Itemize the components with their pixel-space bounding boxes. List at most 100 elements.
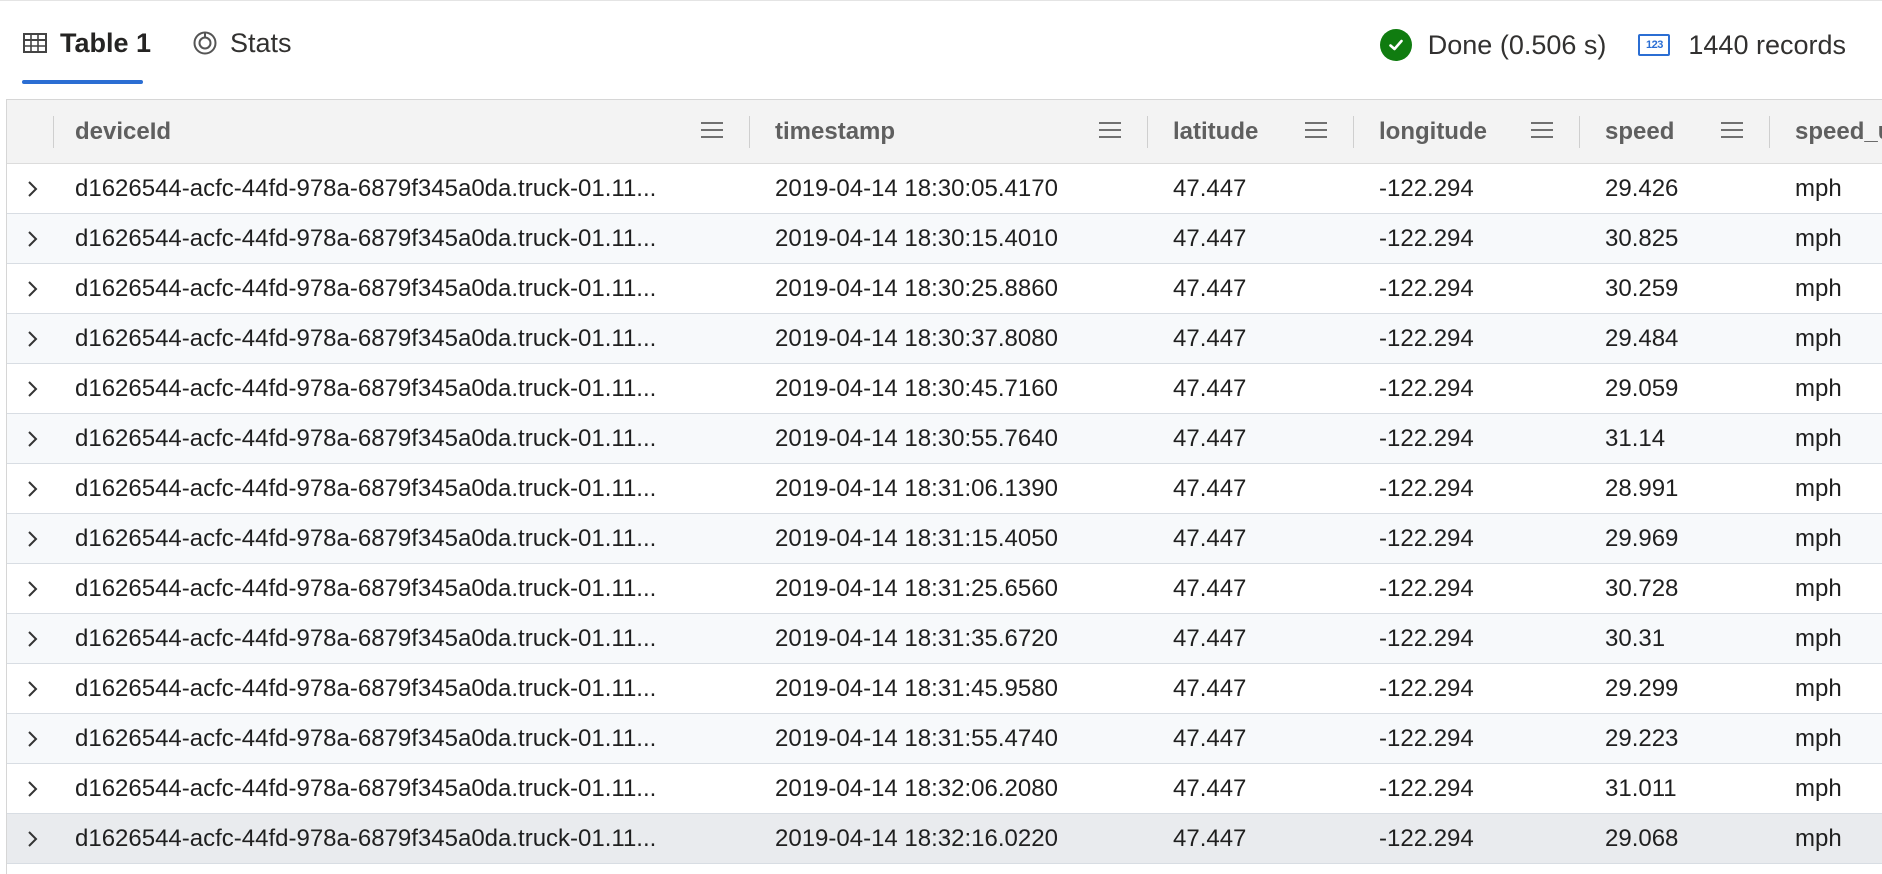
cell-latitude: 47.447	[1173, 274, 1247, 302]
cell-speed: 29.299	[1605, 674, 1679, 702]
column-separator[interactable]	[749, 116, 750, 148]
cell-timestamp: 2019-04-14 18:32:06.2080	[775, 774, 1058, 802]
results-grid: deviceId timestamp latitude longitude sp…	[6, 99, 1882, 874]
cell-timestamp: 2019-04-14 18:31:15.4050	[775, 524, 1058, 552]
table-row[interactable]: d1626544-acfc-44fd-978a-6879f345a0da.tru…	[7, 164, 1882, 214]
cell-speed-unit: mph	[1795, 224, 1842, 252]
column-separator[interactable]	[1147, 116, 1148, 148]
expand-row-chevron-icon[interactable]	[21, 478, 43, 500]
table-row[interactable]: d1626544-acfc-44fd-978a-6879f345a0da.tru…	[7, 414, 1882, 464]
table-row[interactable]: d1626544-acfc-44fd-978a-6879f345a0da.tru…	[7, 264, 1882, 314]
cell-speed: 29.068	[1605, 824, 1679, 852]
cell-longitude: -122.294	[1379, 824, 1474, 852]
table-row[interactable]: d1626544-acfc-44fd-978a-6879f345a0da.tru…	[7, 664, 1882, 714]
tab-table-label: Table 1	[60, 27, 152, 58]
tab-stats[interactable]: Stats	[192, 23, 292, 63]
column-menu-icon[interactable]	[1531, 122, 1553, 140]
cell-latitude: 47.447	[1173, 424, 1247, 452]
column-separator[interactable]	[1769, 116, 1770, 148]
cell-latitude: 47.447	[1173, 724, 1247, 752]
column-header-timestamp[interactable]: timestamp	[775, 100, 895, 164]
cell-deviceid: d1626544-acfc-44fd-978a-6879f345a0da.tru…	[75, 374, 657, 402]
column-menu-icon[interactable]	[1721, 122, 1743, 140]
cell-longitude: -122.294	[1379, 324, 1474, 352]
table-row[interactable]: d1626544-acfc-44fd-978a-6879f345a0da.tru…	[7, 314, 1882, 364]
cell-deviceid: d1626544-acfc-44fd-978a-6879f345a0da.tru…	[75, 524, 657, 552]
expand-row-chevron-icon[interactable]	[21, 378, 43, 400]
table-row[interactable]: d1626544-acfc-44fd-978a-6879f345a0da.tru…	[7, 464, 1882, 514]
cell-deviceid: d1626544-acfc-44fd-978a-6879f345a0da.tru…	[75, 174, 657, 202]
expand-row-chevron-icon[interactable]	[21, 828, 43, 850]
column-menu-icon[interactable]	[1099, 122, 1121, 140]
grid-header: deviceId timestamp latitude longitude sp…	[7, 100, 1882, 164]
cell-speed-unit: mph	[1795, 624, 1842, 652]
expand-row-chevron-icon[interactable]	[21, 778, 43, 800]
cell-timestamp: 2019-04-14 18:31:45.9580	[775, 674, 1058, 702]
column-header-label: deviceId	[75, 118, 172, 145]
cell-speed: 30.825	[1605, 224, 1679, 252]
cell-speed-unit: mph	[1795, 574, 1842, 602]
table-row[interactable]: d1626544-acfc-44fd-978a-6879f345a0da.tru…	[7, 514, 1882, 564]
cell-longitude: -122.294	[1379, 624, 1474, 652]
cell-speed: 30.259	[1605, 274, 1679, 302]
cell-speed-unit: mph	[1795, 774, 1842, 802]
column-header-deviceid[interactable]: deviceId	[75, 100, 171, 164]
table-icon	[22, 30, 48, 56]
table-row[interactable]: d1626544-acfc-44fd-978a-6879f345a0da.tru…	[7, 564, 1882, 614]
cell-deviceid: d1626544-acfc-44fd-978a-6879f345a0da.tru…	[75, 724, 657, 752]
expand-row-chevron-icon[interactable]	[21, 328, 43, 350]
cell-speed: 31.011	[1605, 774, 1677, 802]
cell-timestamp: 2019-04-14 18:31:25.6560	[775, 574, 1058, 602]
table-row[interactable]: d1626544-acfc-44fd-978a-6879f345a0da.tru…	[7, 614, 1882, 664]
expand-row-chevron-icon[interactable]	[21, 228, 43, 250]
expand-row-chevron-icon[interactable]	[21, 678, 43, 700]
cell-latitude: 47.447	[1173, 674, 1247, 702]
table-row[interactable]: d1626544-acfc-44fd-978a-6879f345a0da.tru…	[7, 214, 1882, 264]
column-header-longitude[interactable]: longitude	[1379, 100, 1487, 164]
cell-deviceid: d1626544-acfc-44fd-978a-6879f345a0da.tru…	[75, 474, 657, 502]
column-separator[interactable]	[1353, 116, 1354, 148]
expand-row-chevron-icon[interactable]	[21, 728, 43, 750]
expand-row-chevron-icon[interactable]	[21, 528, 43, 550]
column-menu-icon[interactable]	[701, 122, 723, 140]
table-row[interactable]: d1626544-acfc-44fd-978a-6879f345a0da.tru…	[7, 764, 1882, 814]
column-menu-icon[interactable]	[1305, 122, 1327, 140]
cell-timestamp: 2019-04-14 18:31:55.4740	[775, 724, 1058, 752]
tab-table-1[interactable]: Table 1	[22, 23, 151, 63]
column-header-label: longitude	[1379, 118, 1487, 145]
column-header-latitude[interactable]: latitude	[1173, 100, 1258, 164]
cell-latitude: 47.447	[1173, 324, 1247, 352]
expand-row-chevron-icon[interactable]	[21, 628, 43, 650]
expand-row-chevron-icon[interactable]	[21, 578, 43, 600]
cell-longitude: -122.294	[1379, 524, 1474, 552]
cell-deviceid: d1626544-acfc-44fd-978a-6879f345a0da.tru…	[75, 424, 657, 452]
cell-deviceid: d1626544-acfc-44fd-978a-6879f345a0da.tru…	[75, 224, 657, 252]
cell-timestamp: 2019-04-14 18:30:55.7640	[775, 424, 1058, 452]
cell-longitude: -122.294	[1379, 574, 1474, 602]
cell-deviceid: d1626544-acfc-44fd-978a-6879f345a0da.tru…	[75, 624, 657, 652]
cell-timestamp: 2019-04-14 18:30:15.4010	[775, 224, 1058, 252]
table-row[interactable]: d1626544-acfc-44fd-978a-6879f345a0da.tru…	[7, 814, 1882, 864]
column-separator[interactable]	[1579, 116, 1580, 148]
table-row[interactable]: d1626544-acfc-44fd-978a-6879f345a0da.tru…	[7, 364, 1882, 414]
column-header-speed-unit[interactable]: speed_u	[1795, 100, 1882, 164]
cell-latitude: 47.447	[1173, 824, 1247, 852]
cell-speed: 30.31	[1605, 624, 1666, 652]
column-header-label: speed	[1605, 118, 1675, 145]
expand-row-chevron-icon[interactable]	[21, 178, 43, 200]
records-count-text: 1440 records	[1688, 29, 1846, 60]
column-header-speed[interactable]: speed	[1605, 100, 1674, 164]
cell-deviceid: d1626544-acfc-44fd-978a-6879f345a0da.tru…	[75, 774, 657, 802]
query-status: Done (0.506 s) 123 1440 records	[1379, 25, 1846, 65]
cell-longitude: -122.294	[1379, 424, 1474, 452]
column-header-label: latitude	[1173, 118, 1259, 145]
table-row[interactable]: d1626544-acfc-44fd-978a-6879f345a0da.tru…	[7, 714, 1882, 764]
cell-speed: 29.059	[1605, 374, 1679, 402]
expand-row-chevron-icon[interactable]	[21, 428, 43, 450]
tab-stats-label: Stats	[230, 27, 292, 58]
expand-row-chevron-icon[interactable]	[21, 278, 43, 300]
cell-timestamp: 2019-04-14 18:30:05.4170	[775, 174, 1058, 202]
cell-timestamp: 2019-04-14 18:30:45.7160	[775, 374, 1058, 402]
cell-speed-unit: mph	[1795, 424, 1842, 452]
cell-latitude: 47.447	[1173, 174, 1247, 202]
